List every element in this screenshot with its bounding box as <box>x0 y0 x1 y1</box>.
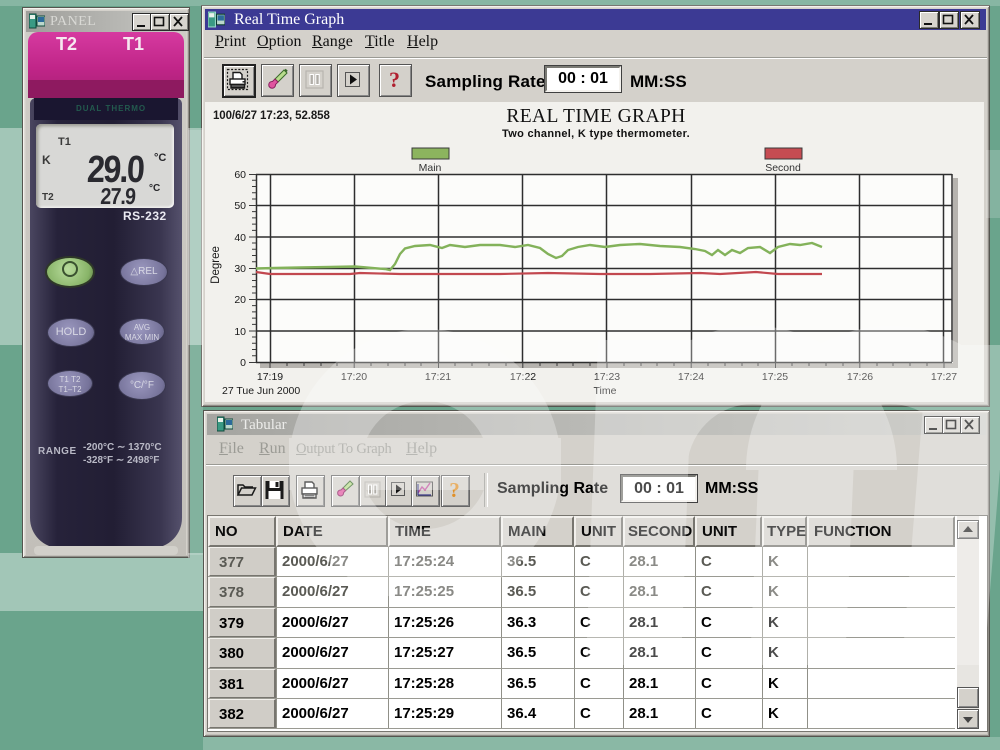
svg-text:17:19: 17:19 <box>257 371 283 383</box>
svg-text:0: 0 <box>240 357 246 369</box>
svg-text:17:23: 17:23 <box>594 371 620 383</box>
svg-text:60: 60 <box>234 169 246 181</box>
svg-text:10: 10 <box>234 326 246 338</box>
svg-text:17:27: 17:27 <box>931 371 957 383</box>
svg-text:?: ? <box>389 67 400 92</box>
svg-text:40: 40 <box>234 232 246 244</box>
svg-text:?: ? <box>449 478 460 502</box>
svg-text:REAL TIME GRAPH: REAL TIME GRAPH <box>506 106 685 127</box>
svg-text:17:21: 17:21 <box>425 371 451 383</box>
svg-text:Time: Time <box>594 385 617 397</box>
svg-text:17:20: 17:20 <box>341 371 367 383</box>
svg-text:100/6/27 17:23, 52.858: 100/6/27 17:23, 52.858 <box>213 110 330 122</box>
svg-text:17:25: 17:25 <box>762 371 788 383</box>
svg-text:Second: Second <box>765 162 801 174</box>
svg-text:17:22: 17:22 <box>510 371 536 383</box>
svg-text:17:24: 17:24 <box>678 371 704 383</box>
svg-text:Main: Main <box>419 162 442 174</box>
svg-text:17:26: 17:26 <box>847 371 873 383</box>
svg-text:Two channel, K type thermomete: Two channel, K type thermometer. <box>502 128 690 140</box>
svg-text:20: 20 <box>234 294 246 306</box>
svg-text:30: 30 <box>234 263 246 275</box>
svg-text:27 Tue Jun 2000: 27 Tue Jun 2000 <box>222 385 300 397</box>
svg-text:50: 50 <box>234 200 246 212</box>
svg-text:Degree: Degree <box>210 246 222 284</box>
